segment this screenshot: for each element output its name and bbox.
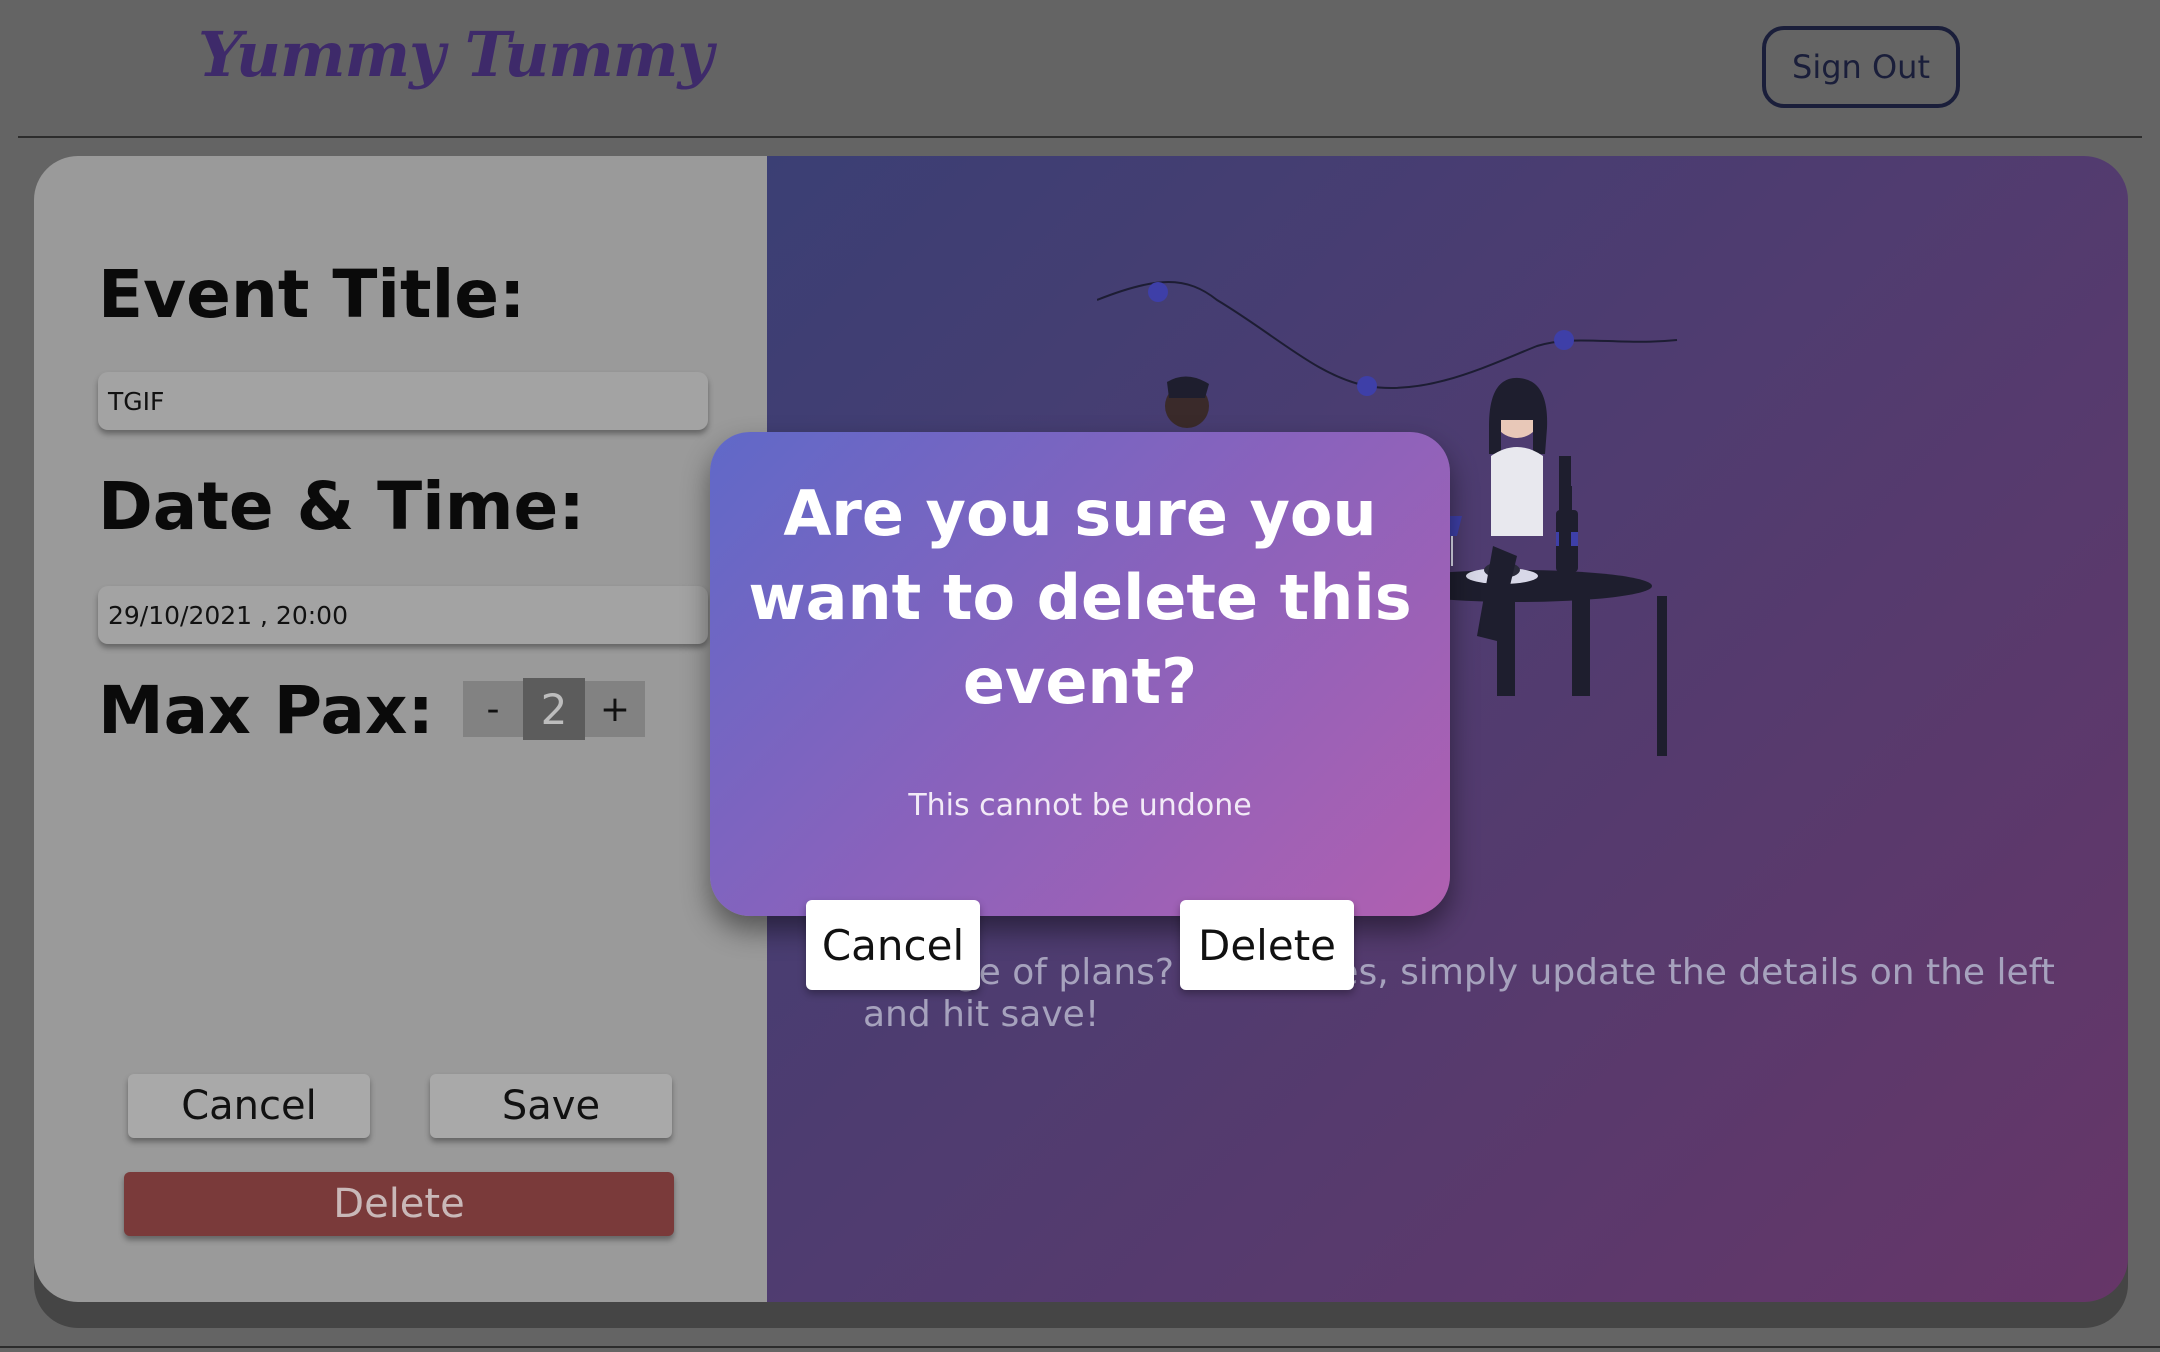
header-divider — [18, 136, 2142, 138]
event-form-panel: Event Title: TGIF Date & Time: 29/10/202… — [34, 156, 767, 1302]
dialog-subtitle: This cannot be undone — [908, 788, 1252, 823]
pax-value: 2 — [523, 678, 585, 740]
dialog-title: Are you sure you want to delete this eve… — [748, 477, 1412, 718]
event-title-input[interactable]: TGIF — [98, 372, 708, 430]
max-pax-stepper: - 2 + — [463, 678, 645, 740]
dialog-cancel-button[interactable]: Cancel — [806, 900, 980, 990]
date-time-label: Date & Time: — [98, 468, 585, 545]
dialog-delete-button[interactable]: Delete — [1180, 900, 1354, 990]
date-time-input[interactable]: 29/10/2021 , 20:00 — [98, 586, 708, 644]
app-logo[interactable]: Yummy Tummy — [198, 18, 714, 91]
sign-out-button[interactable]: Sign Out — [1762, 26, 1960, 108]
delete-confirmation-dialog: Are you sure you want to delete this eve… — [710, 432, 1450, 916]
footer-divider — [0, 1346, 2160, 1348]
form-cancel-button[interactable]: Cancel — [128, 1074, 370, 1138]
pax-decrement-button[interactable]: - — [463, 681, 523, 737]
event-title-label: Event Title: — [98, 256, 526, 333]
form-save-button[interactable]: Save — [430, 1074, 672, 1138]
max-pax-label: Max Pax: — [98, 672, 434, 749]
form-delete-button[interactable]: Delete — [124, 1172, 674, 1236]
pax-increment-button[interactable]: + — [585, 681, 645, 737]
edit-hint-text: Change of plans? No worries, simply upda… — [863, 952, 2055, 1035]
